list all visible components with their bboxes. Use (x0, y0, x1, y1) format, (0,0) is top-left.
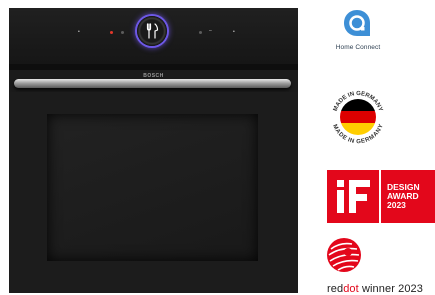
home-connect-icon (344, 10, 370, 36)
oven-product-image: • – • BOSCH (9, 8, 298, 293)
red-dot-winner-label: reddot winner 2023 (327, 283, 423, 295)
control-dial[interactable] (137, 16, 167, 46)
touch-key-right[interactable]: • (233, 30, 235, 35)
panel-strip (9, 64, 298, 70)
status-led (121, 31, 124, 34)
if-logo (327, 170, 379, 223)
oven-door (9, 92, 298, 293)
touch-key-left[interactable]: • (78, 30, 80, 35)
if-design-award-2023: DESIGN AWARD 2023 (381, 170, 435, 223)
status-led-right (199, 31, 202, 34)
made-in-germany-seal: MADE IN GERMANY MADE IN GERMANY (328, 87, 388, 147)
control-panel: • – • (9, 8, 298, 64)
award-line-3: 2023 (387, 200, 406, 210)
home-connect-label: Home Connect (335, 44, 381, 51)
red-dot-icon (327, 238, 361, 272)
door-handle (14, 79, 291, 88)
cutlery-icon (146, 23, 159, 39)
status-led-red (110, 31, 113, 34)
oven-window (47, 114, 258, 261)
minus-key[interactable]: – (209, 29, 212, 34)
